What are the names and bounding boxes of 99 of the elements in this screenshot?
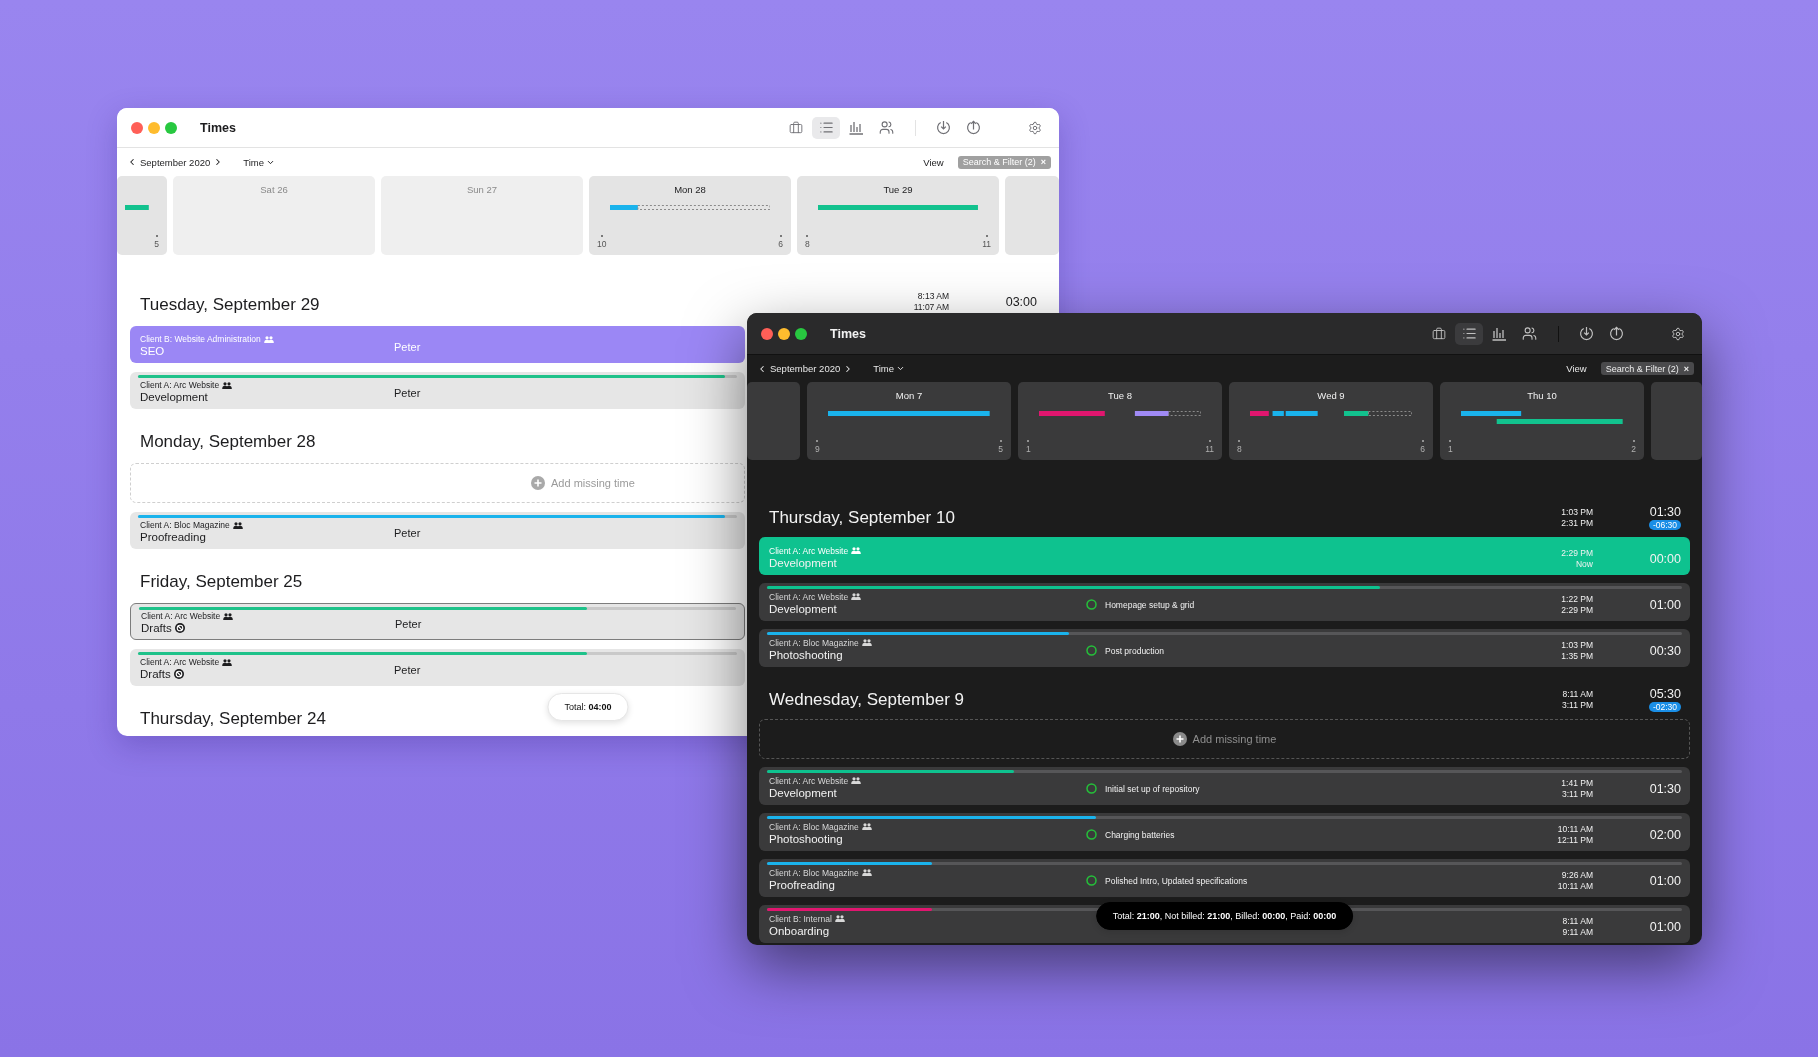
end-time: 10:11 AM [1557,880,1593,892]
note-text: Polished Intro, Updated specifications [1105,875,1248,886]
end-time: 1:35 PM [1561,650,1593,662]
client-label: Client A: Arc Website [769,545,849,556]
tick-label: 6 [1420,440,1425,454]
month-label: September 2020 [770,363,841,374]
end-time: 11:07 AM [913,302,949,313]
start-time: 1:03 PM [1561,639,1593,651]
duration: 01:00 [1649,919,1681,934]
day-heading: Friday, September 25 [140,572,303,592]
tick-label: 1 [1448,440,1453,454]
task-name: Development [140,391,208,404]
person-name: Peter [394,527,421,540]
day-label: Wed 9 [1317,390,1345,402]
day-label: Mon 7 [895,390,923,402]
day-total: 03:00 [1005,295,1037,309]
day-label: Mon 28 [674,184,706,196]
client-label: Client A: Bloc Magazine [769,867,859,878]
client-label: Client A: Arc Website [769,591,849,602]
month-label: September 2020 [140,156,211,168]
day-label: Tue 29 [883,184,913,196]
day-label: Thu 10 [1527,390,1557,402]
tick-label: 10 [597,235,607,249]
task-name: SEO [140,345,165,358]
note-text: Homepage setup & grid [1105,599,1195,610]
client-label: Client A: Arc Website [140,380,220,391]
day-heading: Tuesday, September 29 [140,295,320,315]
note-text: Post production [1105,645,1165,656]
end-time: 2:31 PM [1561,517,1593,529]
client-label: Client B: Internal [769,913,832,924]
difference-badge: -02:30 [1648,702,1681,712]
client-label: Client A: Bloc Magazine [769,637,859,648]
task-name: Photoshooting [769,648,843,661]
start-time: 8:11 AM [1562,915,1593,927]
tick-label: 11 [982,235,991,249]
start-time: 10:11 AM [1557,823,1593,835]
day-heading: Wednesday, September 9 [769,689,964,710]
client-label: Client A: Arc Website [140,657,220,668]
client-label: Client A: Bloc Magazine [140,520,230,531]
end-time: Now [1576,558,1593,570]
end-time: 3:11 PM [1561,699,1593,711]
person-name: Peter [394,664,421,677]
tick-label: 5 [998,440,1003,454]
task-name: Drafts [141,622,172,635]
tick-label: 8 [1237,440,1242,454]
end-time: 9:11 AM [1562,926,1593,938]
client-label: Client A: Arc Website [141,611,221,622]
day-heading: Thursday, September 10 [769,507,955,528]
window-title: Times [200,120,237,135]
client-label: Client A: Arc Website [769,775,849,786]
start-time: 2:29 PM [1561,547,1593,559]
start-time: 8:11 AM [1562,688,1593,700]
tick-label: 8 [805,235,810,249]
start-time: 1:03 PM [1561,506,1593,518]
task-name: Development [769,786,837,799]
person-name: Peter [395,618,422,631]
day-total: 01:30 [1649,505,1681,519]
duration: 00:00 [1649,551,1681,566]
tick-label: 6 [778,235,783,249]
tick-label: 5 [154,235,159,249]
person-name: Peter [394,341,421,354]
day-heading: Thursday, September 24 [140,709,326,729]
tick-label: 9 [815,440,820,454]
difference-badge: -06:30 [1648,520,1681,530]
duration: 01:00 [1649,873,1681,888]
note-text: Initial set up of repository [1105,783,1200,794]
total-summary-toast: Total: 21:00, Not billed: 21:00, Billed: 00:00, Paid: 00:00 [1095,902,1354,930]
task-name: Photoshooting [769,832,843,845]
day-label: Sun 27 [466,184,498,196]
end-time: 2:29 PM [1561,604,1593,616]
tick-label: 2 [1631,440,1636,454]
day-label: Tue 8 [1108,390,1132,402]
start-time: 1:41 PM [1561,777,1593,789]
end-time: 12:11 PM [1557,834,1593,846]
task-name: Onboarding [769,924,830,937]
task-name: Drafts [140,668,171,681]
duration: 00:30 [1649,643,1681,658]
note-text: Charging batteries [1105,829,1175,840]
day-total: 05:30 [1649,687,1681,701]
start-time: 1:22 PM [1561,593,1593,605]
task-name: Proofreading [769,878,835,891]
total-summary-toast: Total: 04:00 [547,693,629,721]
duration: 01:30 [1649,781,1681,796]
client-label: Client B: Website Administration [140,334,261,345]
tick-label: 1 [1026,440,1031,454]
tick-label: 11 [1205,440,1214,454]
start-time: 8:13 AM [917,291,949,302]
task-name: Development [769,602,837,615]
duration: 01:00 [1649,597,1681,612]
window-title: Times [830,326,867,341]
duration: 02:00 [1649,827,1681,842]
person-name: Peter [394,387,421,400]
day-heading: Monday, September 28 [140,432,316,452]
day-label: Sat 26 [260,184,288,196]
end-time: 3:11 PM [1561,788,1593,800]
client-label: Client A: Bloc Magazine [769,821,859,832]
start-time: 9:26 AM [1561,869,1593,881]
task-name: Proofreading [140,531,206,544]
task-name: Development [769,556,837,569]
